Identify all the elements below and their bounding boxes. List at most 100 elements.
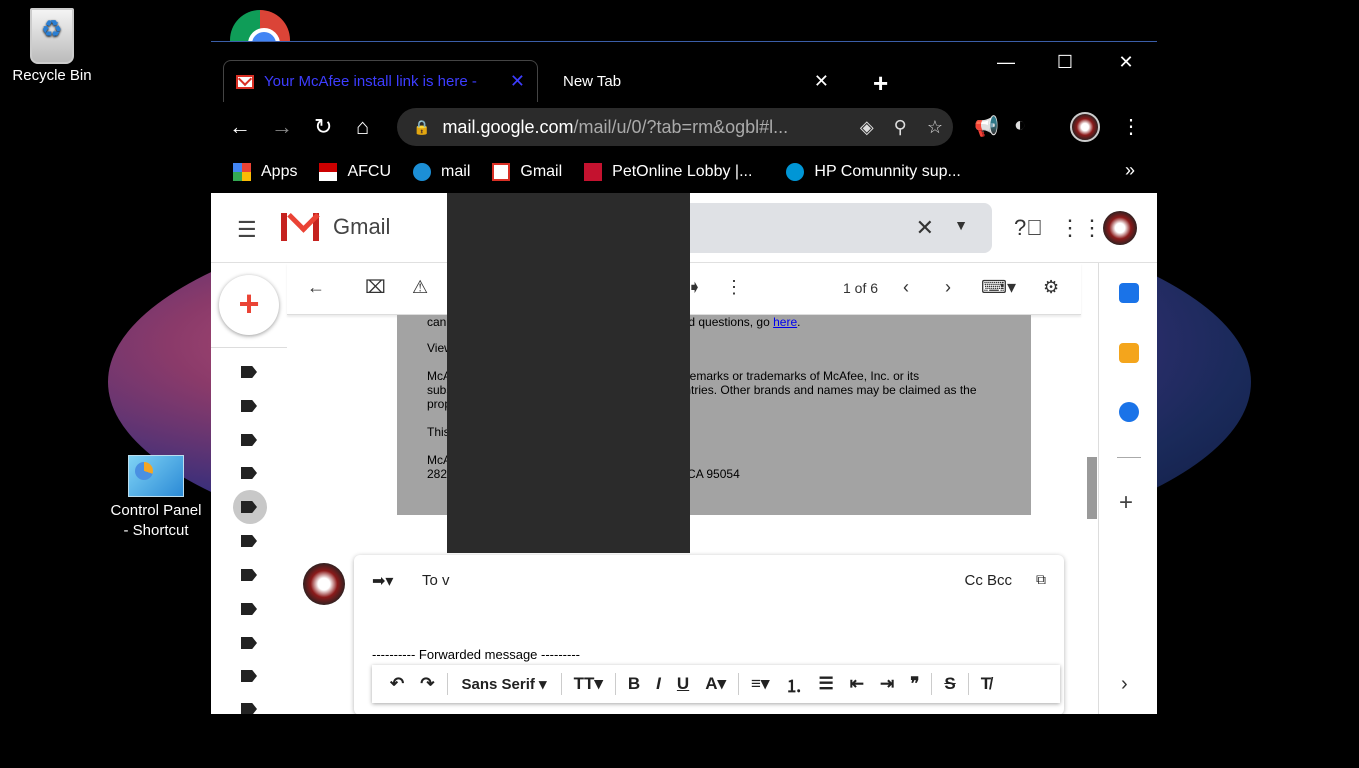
text-size-icon[interactable]: TT▾	[574, 674, 603, 694]
dark-mode-extension-icon[interactable]: ◐	[1014, 114, 1026, 137]
extension-diamond-icon[interactable]: ◈	[860, 117, 874, 138]
tab-mcafee-email[interactable]: Your McAfee install link is here - ✕	[223, 60, 538, 102]
left-navigation: +	[211, 263, 287, 714]
reload-icon[interactable]: ↻	[314, 114, 332, 140]
strikethrough-icon[interactable]: S	[944, 674, 955, 694]
tab-new-tab[interactable]: New Tab ✕	[541, 60, 841, 102]
keep-icon[interactable]	[1119, 343, 1139, 363]
quote-icon[interactable]: ❞	[910, 674, 919, 694]
maximize-button[interactable]: ☐	[1045, 52, 1085, 73]
account-avatar[interactable]	[1103, 211, 1137, 245]
get-addons-plus-icon[interactable]: +	[1119, 489, 1133, 517]
clear-search-icon[interactable]: ✕	[916, 215, 934, 241]
lock-icon: 🔒	[413, 118, 431, 135]
popout-icon[interactable]: ⧉	[1036, 571, 1046, 588]
input-tools-icon[interactable]: ⌨▾	[981, 277, 1016, 298]
new-tab-plus-icon[interactable]: +	[873, 68, 888, 99]
google-apps-icon[interactable]: ⋮⋮	[1059, 215, 1103, 241]
toolbar-separator	[446, 673, 448, 695]
help-icon[interactable]: ?⃝	[1014, 215, 1043, 241]
label-icon[interactable]	[241, 670, 257, 682]
older-chevron-icon[interactable]: ›	[945, 277, 951, 298]
bookmark-star-icon[interactable]: ☆	[927, 117, 943, 138]
gmail-m-icon	[281, 213, 319, 241]
zoom-icon[interactable]: ⚲	[894, 117, 907, 138]
forward-compose-box: ➡▾ To v Cc Bcc ⧉ ---------- Forwarded me…	[354, 555, 1064, 714]
label-icon[interactable]	[241, 703, 257, 714]
bookmark-gmail[interactable]: Gmail	[492, 163, 562, 181]
forward-type-icon[interactable]: ➡▾	[372, 571, 393, 591]
afcu-flag-icon	[319, 163, 338, 181]
to-field[interactable]: To v	[422, 572, 450, 589]
bookmark-afcu[interactable]: AFCU	[319, 163, 391, 181]
home-icon[interactable]: ⌂	[356, 114, 369, 140]
close-window-button[interactable]: ✕	[1106, 52, 1146, 73]
label-icon[interactable]	[241, 434, 257, 446]
browser-menu-icon[interactable]: ⋮	[1121, 114, 1141, 139]
label-icon[interactable]	[241, 637, 257, 649]
address-bar[interactable]: 🔒 mail.google.com/mail/u/0/?tab=rm&ogbl#…	[397, 108, 953, 146]
remove-formatting-icon[interactable]: T̸	[981, 674, 991, 694]
bookmark-hp-community[interactable]: HP Comunnity sup...	[786, 163, 961, 181]
url-text: mail.google.com/mail/u/0/?tab=rm&ogbl#l.…	[442, 116, 789, 137]
calendar-icon[interactable]	[1119, 283, 1139, 303]
outdent-icon[interactable]: ⇤	[850, 674, 864, 694]
more-actions-icon[interactable]: ⋮	[725, 277, 743, 298]
bulleted-list-icon[interactable]: ☰	[818, 674, 833, 694]
italic-icon[interactable]: I	[656, 674, 661, 694]
label-icon[interactable]	[241, 366, 257, 378]
megaphone-extension-icon[interactable]: 📢	[974, 114, 999, 139]
undo-icon[interactable]: ↶	[390, 674, 404, 694]
search-options-icon[interactable]: ▼	[954, 217, 968, 233]
bookmark-mail[interactable]: mail	[413, 163, 470, 181]
underline-icon[interactable]: U	[677, 674, 689, 694]
report-spam-icon[interactable]: ⚠	[412, 277, 428, 298]
tasks-icon[interactable]	[1119, 402, 1139, 422]
back-to-inbox-icon[interactable]: ←	[307, 277, 325, 298]
att-globe-icon	[413, 163, 432, 181]
chrome-window: Your McAfee install link is here - ✕ New…	[211, 41, 1157, 714]
font-select[interactable]: Sans Serif ▾	[462, 675, 547, 693]
align-icon[interactable]: ≡▾	[751, 674, 769, 694]
bookmark-petonline[interactable]: PetOnline Lobby |...	[584, 163, 752, 181]
profile-avatar[interactable]	[1070, 112, 1100, 142]
message-scrollbar[interactable]	[1087, 457, 1097, 519]
forward-arrow-icon[interactable]: →	[271, 114, 293, 140]
gmail-wordmark: Gmail	[333, 214, 391, 239]
label-icon[interactable]	[241, 535, 257, 547]
numbered-list-icon[interactable]: ⒈	[785, 672, 802, 697]
close-tab-icon[interactable]: ✕	[510, 71, 525, 92]
settings-gear-icon[interactable]: ⚙	[1043, 277, 1059, 298]
remove-label-icon[interactable]: ⌧	[365, 277, 386, 298]
forwarded-message-header: ---------- Forwarded message ---------	[372, 647, 580, 662]
label-icon[interactable]	[241, 467, 257, 479]
desktop: Recycle Bin Control Panel - Shortcut You…	[0, 0, 1359, 768]
close-tab-icon[interactable]: ✕	[814, 71, 829, 92]
minimize-button[interactable]: —	[986, 52, 1026, 73]
main-menu-icon[interactable]: ☰	[237, 217, 257, 243]
toolbar-separator	[614, 673, 616, 695]
bold-icon[interactable]: B	[628, 674, 640, 694]
compose-button[interactable]: +	[219, 275, 279, 335]
gmail-icon	[492, 163, 511, 181]
label-icon[interactable]	[241, 400, 257, 412]
indent-icon[interactable]: ⇥	[880, 674, 894, 694]
here-link[interactable]: here	[773, 315, 797, 329]
label-icon[interactable]	[241, 603, 257, 615]
recycle-bin-label: Recycle Bin	[12, 67, 92, 84]
show-side-panel-chevron-icon[interactable]: ›	[1121, 673, 1128, 696]
control-panel-shortcut[interactable]: Control Panel - Shortcut	[106, 455, 206, 541]
compose-plus-icon: +	[238, 283, 260, 324]
text-color-icon[interactable]: A▾	[705, 674, 726, 694]
gmail-logo[interactable]: Gmail	[281, 213, 390, 241]
bookmarks-bar: Apps AFCU mail Gmail PetOnline Lobby |..…	[211, 152, 1157, 192]
back-arrow-icon[interactable]: ←	[229, 114, 251, 140]
cc-bcc-link[interactable]: Cc Bcc	[964, 572, 1012, 589]
bookmark-apps[interactable]: Apps	[233, 163, 297, 181]
recycle-bin-shortcut[interactable]: Recycle Bin	[2, 8, 102, 86]
bookmarks-overflow-icon[interactable]: »	[1125, 160, 1135, 181]
toolbar-separator	[931, 673, 933, 695]
label-icon[interactable]	[241, 569, 257, 581]
redo-icon[interactable]: ↷	[420, 674, 434, 694]
newer-chevron-icon[interactable]: ‹	[903, 277, 909, 298]
